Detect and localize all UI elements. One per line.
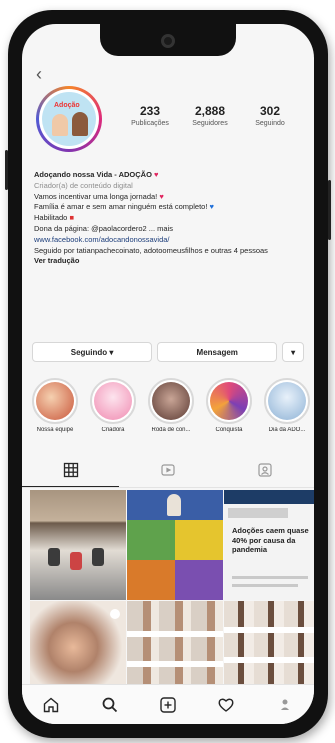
post-thumbnail[interactable] <box>224 601 314 685</box>
phone-frame: ‹ Adoção 233 Publicações 2,888 Seguidore… <box>5 10 331 738</box>
highlight-cover <box>152 382 190 420</box>
power-button <box>328 180 331 240</box>
bio-line: Vamos incentivar uma longa jornada! <box>34 191 158 201</box>
stat-label: Seguindo <box>255 120 285 127</box>
highlight-label: Roda de con... <box>151 427 191 433</box>
bottom-navigation <box>22 684 314 724</box>
emoji-icon: ■ <box>69 213 74 223</box>
post-thumbnail[interactable] <box>30 601 126 685</box>
stat-posts[interactable]: 233 Publicações <box>120 104 180 127</box>
avatar-figure <box>72 112 88 136</box>
reels-icon <box>160 462 176 483</box>
highlight-cover <box>268 382 306 420</box>
tab-tagged[interactable] <box>217 458 314 487</box>
heart-emoji-icon: ♥ <box>159 191 164 201</box>
message-button[interactable]: Mensagem <box>157 342 278 362</box>
stat-value: 2,888 <box>194 104 226 118</box>
heart-icon[interactable] <box>216 695 236 715</box>
search-icon[interactable] <box>100 695 120 715</box>
highlight-label: Dia da ADO... <box>268 427 306 433</box>
highlight-item[interactable]: Roda de con... <box>144 378 198 433</box>
avatar-figure <box>52 114 68 136</box>
blue-heart-emoji-icon: ♥ <box>209 202 214 212</box>
profile-category: Criador(a) de conteúdo digital <box>34 180 133 190</box>
bio-line: Habilitado <box>34 213 68 223</box>
screen: ‹ Adoção 233 Publicações 2,888 Seguidore… <box>22 24 314 724</box>
avatar-image: Adoção <box>42 92 96 146</box>
tab-reels[interactable] <box>119 458 216 487</box>
highlight-item[interactable]: Nossa equipe <box>28 378 82 433</box>
profile-name: Adoçando nossa Vida - ADOÇÃO <box>34 170 152 179</box>
post-thumbnail[interactable] <box>127 490 223 600</box>
highlight-cover <box>210 382 248 420</box>
post-thumbnail[interactable]: Adoções caem quase 40% por causa da pand… <box>224 490 314 600</box>
avatar[interactable]: Adoção <box>36 86 102 152</box>
profile-bio: Adoçando nossa Vida - ADOÇÃO ♥ Criador(a… <box>34 170 302 267</box>
person-tag-icon <box>257 462 273 483</box>
followed-by[interactable]: Seguido por tatianpachecoinato, adotoome… <box>34 246 302 257</box>
stat-label: Seguidores <box>192 120 228 127</box>
stat-followers[interactable]: 2,888 Seguidores <box>180 104 240 127</box>
highlight-item[interactable]: Criadora <box>86 378 140 433</box>
news-headline: Adoções caem quase 40% por causa da pand… <box>232 526 309 554</box>
post-thumbnail[interactable] <box>30 490 126 600</box>
stat-value: 233 <box>139 104 161 118</box>
back-arrow-icon[interactable]: ‹ <box>36 64 42 85</box>
story-highlights: Nossa equipe Criadora Roda de con... Con… <box>28 378 314 433</box>
highlight-label: Criadora <box>101 427 125 433</box>
stat-value: 302 <box>259 104 281 118</box>
profile-icon[interactable] <box>275 695 295 715</box>
following-button[interactable]: Seguindo ▾ <box>32 342 153 362</box>
stat-label: Publicações <box>131 120 169 127</box>
highlight-label: Conquista <box>215 427 243 433</box>
volume-button <box>5 150 8 190</box>
post-thumbnail[interactable] <box>127 601 223 685</box>
posts-grid: Adoções caem quase 40% por causa da pand… <box>30 490 314 685</box>
profile-stats: 233 Publicações 2,888 Seguidores 302 Seg… <box>120 104 300 127</box>
heart-emoji-icon: ♥ <box>154 170 159 179</box>
bio-link[interactable]: www.facebook.com/adocandonossavida/ <box>34 235 302 246</box>
profile-actions: Seguindo ▾ Mensagem ▾ <box>32 342 304 362</box>
highlight-cover <box>94 382 132 420</box>
bio-owner[interactable]: Dona da página: @paolacordero2 ... mais <box>34 224 302 235</box>
highlight-item[interactable]: Conquista <box>202 378 256 433</box>
home-icon[interactable] <box>41 695 61 715</box>
highlight-cover <box>36 382 74 420</box>
profile-tabs <box>22 458 314 488</box>
suggestions-button[interactable]: ▾ <box>282 342 304 362</box>
grid-icon <box>63 462 79 483</box>
plus-square-icon[interactable] <box>158 695 178 715</box>
see-translation-link[interactable]: Ver tradução <box>34 256 302 267</box>
bio-line: Família é amar e sem amar ninguém está c… <box>34 202 208 212</box>
highlight-item[interactable]: Dia da ADO... <box>260 378 314 433</box>
highlight-label: Nossa equipe <box>36 427 74 433</box>
stat-following[interactable]: 302 Seguindo <box>240 104 300 127</box>
avatar-logo-text: Adoção <box>54 102 80 109</box>
notch <box>100 24 236 56</box>
front-camera <box>161 34 175 48</box>
tab-posts-grid[interactable] <box>22 458 120 487</box>
